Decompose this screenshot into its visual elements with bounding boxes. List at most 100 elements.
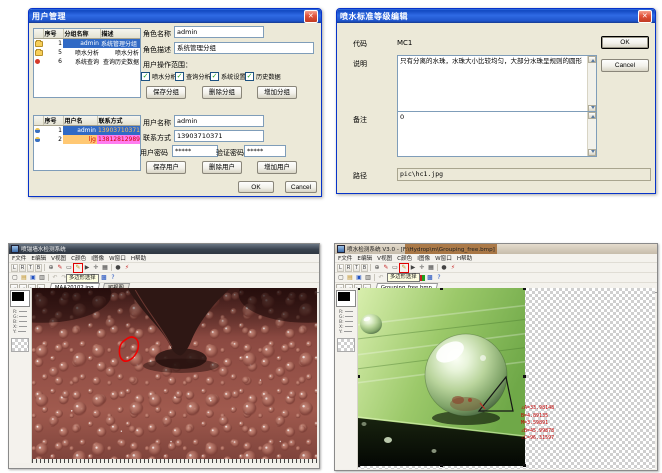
tool-b-button[interactable]: B	[361, 264, 368, 272]
save-icon[interactable]: ▣	[355, 274, 363, 282]
checkbox-spray-analysis[interactable]: ✓ 喷水分析	[141, 72, 177, 81]
save-icon[interactable]: ▣	[29, 274, 37, 282]
undo-icon[interactable]: ↶	[377, 274, 385, 282]
checkbox-query-analysis[interactable]: ✓ 查询分析	[175, 72, 211, 81]
flash-icon[interactable]: ⚡	[123, 264, 131, 272]
scroll-down-icon[interactable]	[588, 149, 596, 156]
col-desc[interactable]: 描述	[100, 29, 140, 39]
col-username[interactable]: 用户名	[63, 116, 97, 126]
polygon-select-icon[interactable]: ✎	[400, 264, 408, 272]
polygon-select-icon[interactable]: ✎	[74, 264, 82, 272]
close-icon[interactable]: ✕	[304, 10, 318, 23]
dialog-titlebar[interactable]: 喷水标准等级编辑 ✕	[337, 9, 655, 23]
selection-handle[interactable]	[523, 288, 526, 290]
menu-image[interactable]: I图像	[417, 254, 430, 262]
path-field[interactable]: pic\hc1.jpg	[397, 168, 651, 181]
open-icon[interactable]: ▤	[346, 274, 354, 282]
save-user-button[interactable]: 保存用户	[146, 161, 186, 174]
undo-icon[interactable]: ↶	[51, 274, 59, 282]
selection-handle[interactable]	[440, 288, 443, 290]
photo-canvas-leaf-droplet[interactable]: ∠A=33.98148 B=4.89135 M=3.59891 ∠B=45.99…	[358, 288, 655, 469]
selection-handle[interactable]	[523, 464, 526, 467]
photo-canvas-droplet-wall[interactable]	[32, 288, 317, 463]
flash-icon[interactable]: ⚡	[449, 264, 457, 272]
scrollbar[interactable]	[587, 56, 596, 112]
print-icon[interactable]: ▥	[364, 274, 372, 282]
desc-textarea[interactable]: 只有分离的水珠，水珠大小比较均匀，大部分水珠呈规则的圆形	[397, 55, 597, 113]
menu-image[interactable]: I图像	[91, 254, 104, 262]
tool-t-button[interactable]: T	[353, 264, 360, 272]
checkbox-history-data[interactable]: ✓ 历史数据	[245, 72, 281, 81]
cancel-button[interactable]: Cancel	[285, 181, 317, 193]
user-name-field[interactable]: admin	[174, 115, 264, 127]
menu-edit[interactable]: E编辑	[357, 254, 372, 262]
col-group-name[interactable]: 分组名称	[63, 29, 100, 39]
window-titlebar[interactable]: 喷锚墙水检测系统	[9, 244, 319, 254]
table-row[interactable]: 2 ljg 13812812989	[34, 135, 140, 144]
col-no[interactable]: 序号	[43, 29, 63, 39]
save-group-button[interactable]: 保存分组	[146, 86, 186, 99]
ok-button[interactable]: OK	[601, 36, 649, 49]
remark-textarea[interactable]: 0	[397, 111, 597, 157]
tool-r-button[interactable]: R	[19, 264, 26, 272]
menu-help[interactable]: H帮助	[457, 254, 472, 262]
arrow-icon[interactable]: ▶	[409, 264, 417, 272]
ok-button[interactable]: OK	[238, 181, 274, 193]
selection-handle[interactable]	[358, 375, 360, 378]
group-table[interactable]: 序号 分组名称 描述 1 admin 系统管理分组 5 喷水分析 喷水分析	[33, 28, 141, 98]
open-icon[interactable]: ▤	[20, 274, 28, 282]
check-icon[interactable]: ✓	[141, 72, 150, 81]
new-icon[interactable]: ▢	[337, 274, 345, 282]
tool-l-button[interactable]: L	[11, 264, 18, 272]
table-row[interactable]: 5 喷水分析 喷水分析	[34, 48, 140, 57]
tool-t-button[interactable]: T	[27, 264, 34, 272]
arrow-icon[interactable]: ▶	[83, 264, 91, 272]
check-icon[interactable]: ✓	[175, 72, 184, 81]
circle-icon[interactable]: ●	[440, 264, 448, 272]
checkbox-system-settings[interactable]: ✓ 系统设置	[210, 72, 246, 81]
menu-file[interactable]: F文件	[338, 254, 352, 262]
password-field[interactable]: *****	[172, 145, 218, 157]
scroll-up-icon[interactable]	[588, 56, 596, 63]
dialog-titlebar[interactable]: 用户管理 ✕	[29, 9, 321, 23]
pencil-icon[interactable]: ✎	[56, 264, 64, 272]
zoom-icon[interactable]: ⊕	[373, 264, 381, 272]
add-user-button[interactable]: 增加用户	[257, 161, 297, 174]
move-icon[interactable]: ✛	[418, 264, 426, 272]
role-name-field[interactable]: admin	[174, 26, 264, 38]
window-titlebar[interactable]: 喷水检测系统 V3.0 - [F:\Hydrop\m\Grouping_free…	[335, 244, 657, 254]
verify-password-field[interactable]: *****	[244, 145, 286, 157]
table-row[interactable]: 6 系统查询 查询历史数据	[34, 57, 140, 66]
role-desc-field[interactable]: 系统管理分组	[174, 42, 314, 54]
help-icon[interactable]: ?	[109, 274, 117, 282]
delete-group-button[interactable]: 删除分组	[202, 86, 242, 99]
foreground-color-swatch[interactable]	[336, 290, 356, 307]
zoom-icon[interactable]: ⊕	[47, 264, 55, 272]
grid-icon[interactable]: ▦	[101, 264, 109, 272]
menu-window[interactable]: W窗口	[109, 254, 126, 262]
scroll-up-icon[interactable]	[588, 112, 596, 119]
selection-handle[interactable]	[440, 464, 443, 467]
move-icon[interactable]: ✛	[92, 264, 100, 272]
tool-b-button[interactable]: B	[35, 264, 42, 272]
selection-handle[interactable]	[358, 288, 360, 290]
help-icon[interactable]: ?	[435, 274, 443, 282]
selection-handle[interactable]	[358, 464, 360, 467]
menu-help[interactable]: H帮助	[131, 254, 146, 262]
table-row[interactable]: 1 admin 13903710371	[34, 126, 140, 136]
circle-icon[interactable]: ●	[114, 264, 122, 272]
new-icon[interactable]: ▢	[11, 274, 19, 282]
menu-window[interactable]: W窗口	[435, 254, 452, 262]
menu-color[interactable]: C颜色	[397, 254, 412, 262]
rect-select-icon[interactable]: ▭	[65, 264, 73, 272]
col-no[interactable]: 序号	[43, 116, 63, 126]
scrollbar[interactable]	[587, 112, 596, 156]
delete-user-button[interactable]: 删除用户	[202, 161, 242, 174]
print-icon[interactable]: ▥	[38, 274, 46, 282]
cancel-button[interactable]: Cancel	[601, 59, 649, 72]
col-contact[interactable]: 联系方式	[97, 116, 140, 126]
tool-l-button[interactable]: L	[337, 264, 344, 272]
user-table[interactable]: 序号 用户名 联系方式 1 admin 13903710371 2 ljg 13…	[33, 115, 141, 171]
pencil-icon[interactable]: ✎	[382, 264, 390, 272]
tool-r-button[interactable]: R	[345, 264, 352, 272]
